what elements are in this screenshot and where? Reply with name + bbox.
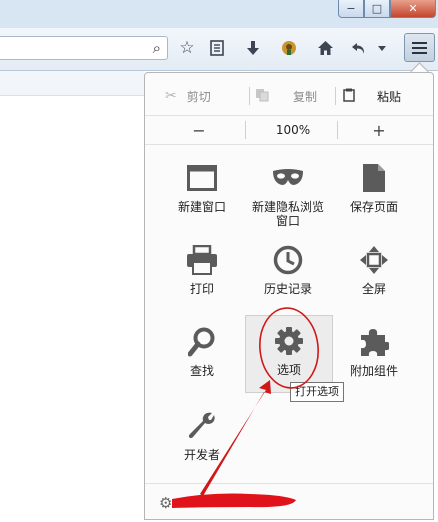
save-page-label: 保存页面 [349,200,398,214]
page-strip [0,71,144,96]
fullscreen-label: 全屏 [361,282,386,296]
copy-icon [255,88,269,105]
fullscreen-button[interactable]: 全屏 [331,235,417,311]
options-label: 选项 [276,363,301,377]
options-tooltip: 打开选项 [290,382,344,402]
developer-button[interactable]: 开发者 [159,401,245,477]
reading-list-icon[interactable] [204,34,230,62]
developer-label: 开发者 [183,448,220,462]
wrench-icon [185,409,219,443]
magnifier-icon [185,325,219,359]
fullscreen-icon [357,243,391,277]
label-line: 窗口 [275,214,300,228]
zoom-out-button[interactable]: − [169,116,229,144]
addon-toolbar-icon[interactable] [276,34,302,62]
minimize-button[interactable]: − [338,0,364,18]
close-button[interactable]: ✕ [390,0,436,18]
panel-footer: ⚙ [145,483,433,522]
url-bar[interactable]: ⌕ [0,36,168,60]
star-icon[interactable]: ☆ [174,34,200,62]
zoom-reset-button[interactable]: 100% [249,116,337,144]
back-icon[interactable] [346,34,372,62]
gear-icon [272,324,306,358]
clock-icon [271,243,305,277]
puzzle-icon [357,325,391,359]
zoom-in-button[interactable]: + [349,116,409,144]
menu-panel: ✂ 剪切 复制 粘贴 − 100% + 新建窗口 新建隐私浏览 窗口 保存页面 … [144,72,434,520]
search-icon[interactable]: ⌕ [153,39,161,57]
new-private-window-label: 新建隐私浏览 窗口 [252,200,324,228]
new-window-label: 新建窗口 [177,200,226,214]
navigation-toolbar: ⌕ ☆ [0,28,438,71]
addons-label: 附加组件 [349,364,398,378]
copy-button[interactable]: 复制 [255,83,317,109]
mask-icon [271,161,305,195]
print-button[interactable]: 打印 [159,235,245,311]
page-icon [357,161,391,195]
zoom-row: − 100% + [145,115,433,145]
history-label: 历史记录 [263,282,312,296]
cut-button[interactable]: ✂ 剪切 [165,83,211,109]
print-label: 打印 [189,282,214,296]
copy-label: 复制 [293,89,318,104]
paste-button[interactable]: 粘贴 [343,83,401,109]
printer-icon [185,243,219,277]
find-label: 查找 [189,364,214,378]
new-window-button[interactable]: 新建窗口 [159,153,245,229]
divider [249,87,250,105]
divider [245,121,246,139]
divider [337,121,338,139]
cut-label: 剪切 [186,89,211,104]
divider [335,87,336,105]
customize-icon[interactable]: ⚙ [159,494,172,512]
download-icon[interactable] [240,34,266,62]
dropdown-icon[interactable] [372,34,392,62]
save-page-button[interactable]: 保存页面 [331,153,417,229]
window-icon [185,161,219,195]
new-private-window-button[interactable]: 新建隐私浏览 窗口 [245,153,331,229]
menu-icon[interactable] [404,33,435,62]
scissors-icon: ✂ [165,88,177,104]
maximize-button[interactable]: □ [364,0,390,18]
edit-row: ✂ 剪切 复制 粘贴 [145,83,433,109]
paste-label: 粘贴 [377,89,402,104]
label-line: 新建隐私浏览 [251,200,324,214]
home-icon[interactable] [312,34,338,62]
clipboard-icon [343,88,355,105]
find-button[interactable]: 查找 [159,317,245,393]
history-button[interactable]: 历史记录 [245,235,331,311]
